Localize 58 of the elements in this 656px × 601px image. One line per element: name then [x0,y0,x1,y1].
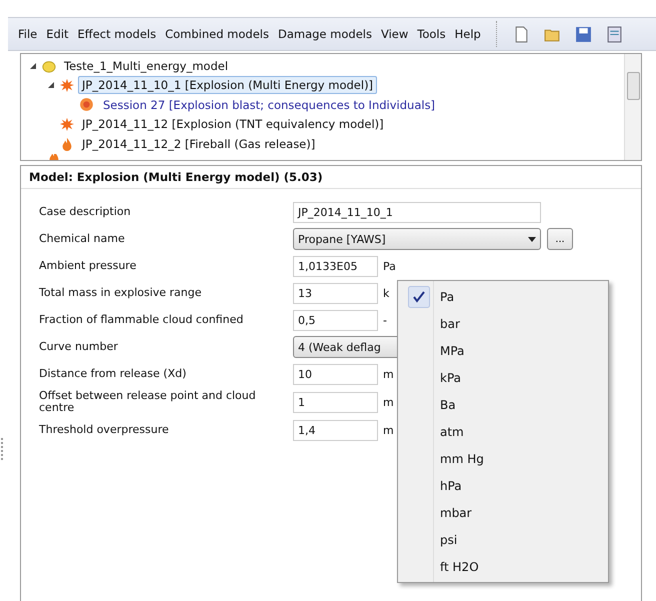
field-label: Curve number [39,341,119,353]
menu-item[interactable]: bar [398,310,608,337]
menu-item[interactable]: Combined models [165,27,269,41]
field-label: Distance from release (Xd) [39,368,188,380]
field-label: Total mass in explosive range [39,287,203,299]
field-label: Fraction of flammable cloud confined [39,314,244,326]
tree-item[interactable]: JP_2014_11_10_1 [Explosion (Multi Energy model)] [78,76,378,94]
unit-label[interactable]: m [383,368,394,380]
number-field[interactable]: 1 [293,392,378,412]
save-icon[interactable] [574,26,592,42]
dropdown[interactable]: Propane [YAWS] [293,228,541,250]
unit-label[interactable]: - [383,314,387,326]
tree-item[interactable]: Session 27 [Explosion blast; consequences to Individuals] [99,96,440,114]
menu-item[interactable]: hPa [398,472,608,499]
menu-item[interactable]: mbar [398,499,608,526]
field-label: Offset between release point and cloud centre [39,390,257,414]
text-field[interactable]: JP_2014_11_10_1 [293,202,541,222]
menu-item[interactable]: Ba [398,391,608,418]
tree-item[interactable]: JP_2014_11_12_2 [Fireball (Gas release)] [78,134,320,153]
menu-item[interactable]: Edit [46,27,69,41]
panel-title: Model: Explosion (Multi Energy model) (5.03) [21,166,641,189]
project-icon [42,58,56,73]
document-icon[interactable] [606,26,623,42]
unit-label[interactable]: k [383,286,390,300]
tree-item[interactable]: Teste_1_Multi_energy_model [60,56,232,75]
menu-item[interactable]: Tools [417,27,446,41]
checkmark-icon [408,286,430,308]
tree-item[interactable]: JP_2014_11_12 [Explosion (TNT equivalency model)] [78,115,388,134]
browse-button[interactable]: ... [547,228,573,250]
scrollbar[interactable] [624,54,641,160]
unit-label[interactable]: m [383,396,394,408]
menu-item[interactable]: Pa [398,283,608,310]
menu-item[interactable]: ft H2O [398,553,608,580]
number-field[interactable]: 1,0133E05 [293,256,378,276]
number-field[interactable]: 0,5 [293,310,378,330]
menu-item[interactable]: psi [398,526,608,553]
expand-arrow-icon[interactable] [29,62,38,70]
field-label: Threshold overpressure [39,424,170,436]
expand-arrow-icon[interactable] [47,81,56,90]
menu-item[interactable]: mm Hg [398,445,608,472]
field-label: Case description [39,206,132,218]
menu-item[interactable]: atm [398,418,608,445]
field-label: Chemical name [39,233,126,245]
field-label: Ambient pressure [39,260,138,272]
menu-item[interactable]: File [18,27,38,41]
number-field[interactable]: 1,4 [293,420,378,440]
menu-item[interactable]: Help [454,27,481,41]
number-field[interactable]: 10 [293,364,378,384]
number-field[interactable]: 13 [293,282,378,304]
unit-label[interactable]: m [383,424,394,436]
new-document-icon[interactable] [512,26,530,42]
menu-item[interactable]: View [380,27,408,41]
resize-grip[interactable] [1,438,6,460]
unit-label[interactable]: Pa [383,260,396,272]
menu-item[interactable]: Effect models [78,27,156,41]
menu-item[interactable]: Damage models [278,27,372,41]
menu-item[interactable]: kPa [398,364,608,391]
caret-icon [528,236,536,242]
